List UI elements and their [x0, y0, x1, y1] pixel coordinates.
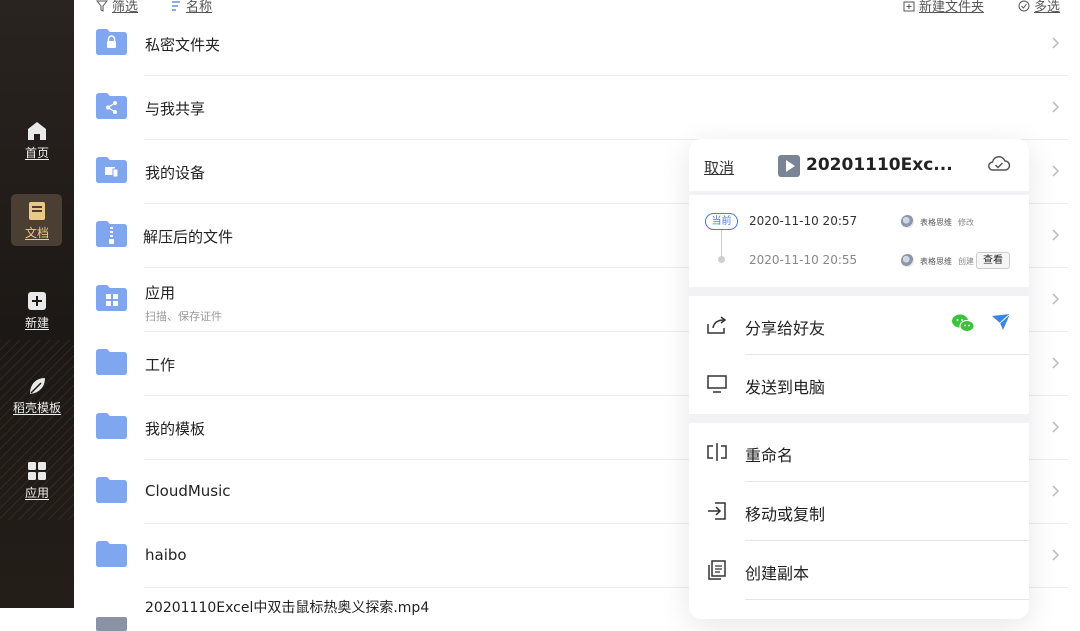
rename-icon: [707, 443, 727, 461]
version-history: 当前 2020-11-10 20:57 表格思维 修改 2020-11-10 2…: [689, 195, 1029, 287]
version-action: 修改: [958, 218, 974, 227]
folder-icon: [96, 477, 127, 503]
file-name: 私密文件夹: [145, 36, 221, 54]
chevron-right-icon: [1052, 549, 1060, 561]
nav-new-label: 新建: [24, 316, 49, 330]
sort-icon: [172, 1, 180, 11]
nav-new[interactable]: 新建: [0, 284, 74, 342]
panel-header: 取消 20201110Exc...: [689, 139, 1029, 191]
version-date: 2020-11-10 20:55: [749, 253, 858, 267]
current-tag: 当前: [705, 213, 738, 230]
cloud-check-icon[interactable]: [987, 153, 1011, 173]
video-file-icon: [778, 155, 800, 177]
grid-icon: [28, 462, 46, 480]
wechat-icon[interactable]: [951, 312, 975, 334]
nav-home-label: 首页: [24, 146, 49, 160]
device-folder-icon: [96, 157, 127, 183]
zip-folder-icon: [96, 221, 127, 247]
check-circle-icon: [1018, 0, 1030, 12]
leaf-icon: [30, 378, 45, 394]
cancel-button[interactable]: 取消: [704, 157, 734, 178]
new-folder-icon: [903, 1, 915, 12]
create-copy-action[interactable]: 创建副本: [689, 541, 1029, 600]
file-name: 工作: [145, 356, 176, 374]
video-file-icon: [96, 617, 127, 631]
timeline-dot: [718, 256, 725, 263]
timeline-line: [721, 230, 722, 256]
file-name: 与我共享: [145, 100, 206, 118]
nav-templates[interactable]: 稻壳模板: [0, 369, 74, 427]
document-icon: [29, 202, 45, 220]
action-label: 分享给好友: [745, 319, 826, 338]
copy-icon: [708, 560, 726, 580]
file-subtitle: 扫描、保存证件: [145, 310, 222, 323]
folder-icon: [96, 413, 127, 439]
file-actions-panel: 取消 20201110Exc... 当前 2020-11-10 20:57 表格…: [689, 139, 1029, 619]
avatar: [901, 215, 914, 228]
file-name: 应用: [145, 284, 176, 302]
lock-folder-icon: [96, 29, 127, 55]
monitor-icon: [707, 375, 727, 393]
nav-templates-label: 稻壳模板: [12, 401, 61, 415]
sidebar: 首页 文档 新建 稻壳模板 应用: [0, 0, 74, 608]
action-label: 创建副本: [745, 564, 810, 583]
file-name: 解压后的文件: [143, 228, 234, 246]
version-action: 创建: [958, 257, 974, 266]
chevron-right-icon: [1052, 37, 1060, 49]
version-user: 表格思维: [920, 218, 952, 227]
chevron-right-icon: [1052, 421, 1060, 433]
share-folder-icon: [96, 93, 127, 119]
action-divider: [745, 599, 1029, 600]
apps-folder-icon: [96, 285, 127, 311]
file-name: haibo: [145, 546, 187, 564]
chevron-right-icon: [1052, 165, 1060, 177]
file-row-private[interactable]: 私密文件夹: [74, 12, 1080, 76]
view-version-button[interactable]: 查看: [976, 252, 1010, 269]
share-section: 分享给好友 发送到电脑: [689, 296, 1029, 414]
share-to-friend-action[interactable]: 分享给好友: [689, 296, 1029, 355]
send-to-computer-action[interactable]: 发送到电脑: [689, 355, 1029, 414]
home-icon: [28, 122, 46, 140]
folder-icon: [96, 349, 127, 375]
move-or-copy-action[interactable]: 移动或复制: [689, 482, 1029, 541]
plus-square-icon: [28, 292, 46, 310]
version-date: 2020-11-10 20:57: [749, 214, 858, 228]
file-ops-section: 重命名 移动或复制 创建副本: [689, 423, 1029, 619]
move-icon: [708, 502, 726, 520]
chevron-right-icon: [1052, 293, 1060, 305]
file-row-shared[interactable]: 与我共享: [74, 76, 1080, 140]
chevron-right-icon: [1052, 229, 1060, 241]
avatar: [901, 254, 914, 267]
nav-apps[interactable]: 应用: [0, 454, 74, 512]
nav-apps-label: 应用: [24, 486, 49, 500]
file-name: 20201110Excel中双击鼠标热奥义探索.mp4: [145, 600, 430, 616]
filter-icon: [95, 0, 109, 12]
folder-icon: [96, 541, 127, 567]
chevron-right-icon: [1052, 485, 1060, 497]
chevron-right-icon: [1052, 101, 1060, 113]
share-icon: [707, 316, 727, 334]
action-label: 发送到电脑: [745, 378, 826, 397]
file-name: CloudMusic: [145, 482, 231, 500]
send-plane-icon[interactable]: [991, 312, 1011, 332]
nav-documents[interactable]: 文档: [0, 194, 74, 252]
rename-action[interactable]: 重命名: [689, 423, 1029, 482]
panel-title: 20201110Exc...: [806, 155, 953, 175]
file-name: 我的模板: [145, 420, 206, 438]
nav-documents-label: 文档: [24, 226, 49, 240]
version-user: 表格思维: [920, 257, 952, 266]
chevron-right-icon: [1052, 357, 1060, 369]
action-label: 重命名: [745, 446, 794, 465]
action-label: 移动或复制: [745, 505, 826, 524]
nav-home[interactable]: 首页: [0, 114, 74, 172]
file-name: 我的设备: [145, 164, 206, 182]
